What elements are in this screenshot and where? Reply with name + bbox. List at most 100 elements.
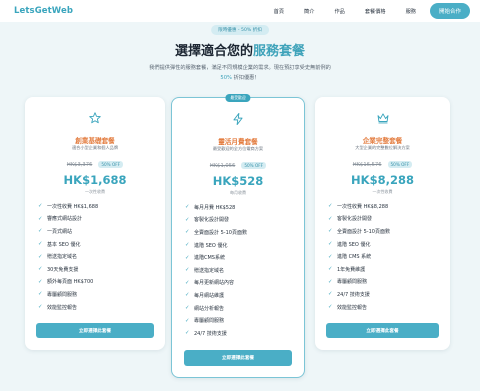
feature-item: ✓ 全賣面設計 5-10頁面數 (185, 229, 247, 236)
plan-price: HK$1,688 (63, 173, 127, 187)
check-icon: ✓ (38, 228, 43, 235)
check-icon: ✓ (328, 278, 333, 285)
discount-badge: 50% OFF (241, 162, 267, 169)
feature-item: ✓ 1年免費維護 (328, 266, 366, 273)
original-price: HK$3,376 (66, 161, 93, 168)
check-icon: ✓ (185, 305, 190, 312)
check-icon: ✓ (185, 204, 190, 211)
hero-desc-line1: 我們提供彈性的服務套餐，滿足不同規模企業的需求。現在預訂享受史無前例的 (149, 65, 331, 71)
feature-item: ✓ 每月更新網站內容 (185, 279, 235, 287)
feature-item: ✓ 全賣面設計 5-10頁面數 (328, 228, 390, 235)
check-icon: ✓ (185, 292, 190, 299)
plan-subtitle: 適合小型企業和個人品牌 (71, 145, 119, 150)
feature-list: ✓ 一次性收費 HK$1,688 ✓ 響應式網站設計 ✓ 一頁式網站 ✓ 基本 SEO … (38, 200, 98, 313)
check-icon: ✓ (328, 304, 333, 311)
feature-item: ✓ 客製化設計開發 (185, 216, 230, 224)
price-note: 一次性收費 (372, 189, 393, 194)
plan-card-basic: 創業基礎套餐 適合小型企業和個人品牌 HK$3,376 50% OFF HK$1… (25, 97, 165, 350)
feature-item: ✓ 一次性收費 HK$8,288 (328, 203, 389, 210)
plan-card-monthly: 最受歡迎 靈活月費套餐 最受歡迎的全方位電商方案 HK$1,056 50% OF… (171, 94, 305, 378)
feature-item: ✓ 每月月費 HK$528 (185, 204, 236, 211)
original-price: HK$1,056 (209, 162, 236, 169)
select-plan-button[interactable]: 立即選擇此套餐 (184, 350, 292, 366)
check-icon: ✓ (38, 241, 43, 248)
feature-item: ✓ 贈送指定域名 (185, 267, 225, 274)
nav-links: 首頁 簡介 作品 套餐價格 服務 開始合作 (254, 3, 470, 19)
feature-item: ✓ 專屬顧問服務 (38, 291, 78, 298)
logo[interactable]: LetsGetWeb (14, 6, 73, 16)
plan-price: HK$8,288 (351, 173, 414, 187)
feature-list: ✓ 一次性收費 HK$8,288 ✓ 客製化設計開發 ✓ 全賣面設計 5-10頁面數 … (328, 200, 390, 313)
check-icon: ✓ (38, 203, 43, 210)
nav-link-about[interactable]: 簡介 (304, 8, 314, 15)
feature-item: ✓ 一次性收費 HK$1,688 (38, 203, 99, 210)
feature-item: ✓ 24/7 技術支援 (328, 291, 370, 298)
feature-item: ✓ 基本 SEO 優化 (38, 241, 81, 248)
price-row: HK$3,376 50% OFF (25, 161, 165, 168)
check-icon: ✓ (185, 216, 190, 223)
check-icon: ✓ (185, 242, 190, 249)
check-icon: ✓ (328, 253, 333, 260)
hero-desc-line2: 50% 折扣優惠！ (0, 73, 480, 83)
hero-desc-suffix: 折扣優惠！ (233, 75, 260, 81)
feature-list: ✓ 每月月費 HK$528 ✓ 客製化設計開發 ✓ 全賣面設計 5-10頁面數 ✓ 進階… (185, 201, 247, 340)
check-icon: ✓ (328, 291, 333, 298)
nav-link-services[interactable]: 服務 (406, 8, 416, 15)
feature-item: ✓ 進階 SEO 優化 (328, 241, 371, 248)
plan-name: 企業完整套餐 (362, 137, 403, 145)
check-icon: ✓ (328, 215, 333, 222)
check-icon: ✓ (38, 215, 43, 222)
star-icon (89, 112, 101, 124)
title-prefix: 選擇適合您的 (174, 44, 253, 59)
check-icon: ✓ (38, 304, 43, 311)
feature-item: ✓ 效能監控報告 (38, 304, 78, 311)
lightning-icon (233, 112, 243, 126)
popular-badge: 最受歡迎 (225, 94, 251, 102)
plan-subtitle: 大型企業的完整數位解決方案 (355, 145, 410, 150)
feature-item: ✓ 進階CMS系統 (185, 254, 225, 262)
feature-item: ✓ 進階 CMS 系統 (328, 253, 372, 261)
select-plan-button[interactable]: 立即選擇此套餐 (326, 323, 439, 338)
feature-item: ✓ 專屬顧問服務 (185, 317, 225, 325)
original-price: HK$16,576 (352, 161, 382, 168)
feature-item: ✓ 響應式網站設計 (38, 215, 83, 223)
check-icon: ✓ (328, 228, 333, 235)
check-icon: ✓ (38, 253, 43, 260)
check-icon: ✓ (328, 266, 333, 273)
nav-link-pricing[interactable]: 套餐價格 (365, 8, 386, 15)
plan-subtitle: 最受歡迎的全方位電商方案 (212, 146, 264, 151)
feature-item: ✓ 進階 SEO 優化 (185, 242, 228, 249)
check-icon: ✓ (185, 330, 190, 337)
feature-item: ✓ 30天免費支援 (38, 266, 79, 273)
feature-item: ✓ 網站分析報告 (185, 305, 225, 312)
nav-link-portfolio[interactable]: 作品 (334, 8, 344, 15)
feature-item: ✓ 效能監控報告 (328, 304, 368, 311)
hero-desc-highlight: 50% (220, 75, 232, 81)
plan-price: HK$528 (212, 174, 264, 188)
price-row: HK$16,576 50% OFF (315, 161, 450, 168)
feature-item: ✓ 贈送指定域名 (38, 253, 78, 261)
nav-link-home[interactable]: 首頁 (274, 8, 284, 15)
select-plan-button[interactable]: 立即選擇此套餐 (36, 323, 154, 338)
check-icon: ✓ (185, 279, 190, 286)
check-icon: ✓ (185, 267, 190, 274)
plan-name: 創業基礎套餐 (75, 137, 115, 145)
check-icon: ✓ (38, 266, 43, 273)
feature-item: ✓ 專屬顧問服務 (328, 278, 368, 286)
start-cooperation-button[interactable]: 開始合作 (429, 3, 470, 19)
check-icon: ✓ (185, 254, 190, 261)
crown-icon (377, 113, 388, 124)
discount-badge: 50% OFF (387, 161, 413, 168)
feature-item: ✓ 客製化設計開發 (328, 215, 373, 223)
price-row: HK$1,056 50% OFF (172, 162, 304, 169)
check-icon: ✓ (38, 291, 43, 298)
check-icon: ✓ (185, 317, 190, 324)
title-highlight: 服務套餐 (253, 44, 306, 59)
plan-card-enterprise: 企業完整套餐 大型企業的完整數位解決方案 HK$16,576 50% OFF H… (315, 97, 450, 350)
price-note: 每月收費 (230, 190, 246, 195)
check-icon: ✓ (185, 229, 190, 236)
page-title: 選擇適合您的服務套餐 (0, 40, 480, 59)
plan-name: 靈活月費套餐 (218, 138, 258, 146)
promo-badge: 限時優惠 - 50% 折扣 (211, 25, 269, 35)
check-icon: ✓ (38, 278, 43, 285)
